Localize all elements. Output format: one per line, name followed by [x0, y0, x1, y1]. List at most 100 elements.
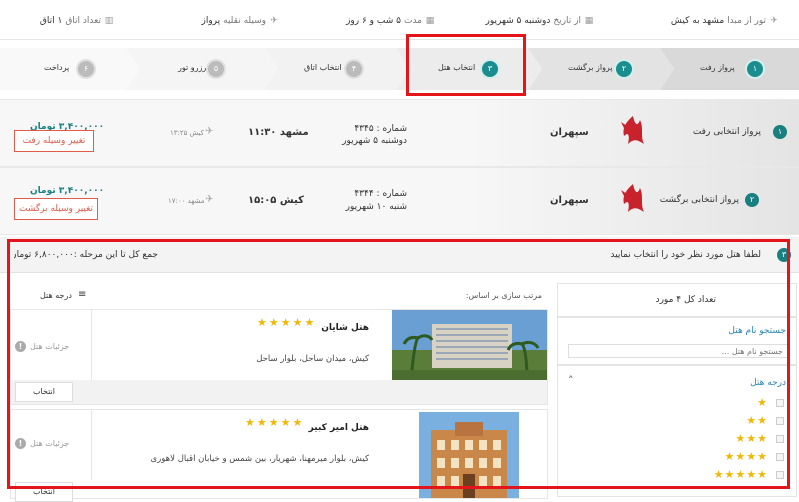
- flight-number-text: شماره : ۴۳۴۵: [354, 124, 407, 134]
- flight-title: پرواز انتخابی رفت: [692, 127, 761, 137]
- sort-bar: مرتب سازی بر اساس: درجه هتل ≡: [10, 283, 548, 309]
- step-label: پرواز رفت: [700, 63, 735, 72]
- sort-option-star[interactable]: درجه هتل: [40, 291, 72, 300]
- step-flight-back[interactable]: ۲ پرواز برگشت: [528, 48, 674, 90]
- hotel-photo-image: [419, 412, 519, 498]
- plane-icon: ✈: [770, 16, 778, 26]
- step-number: ۵: [206, 59, 226, 79]
- step-label: انتخاب هتل: [438, 63, 476, 72]
- change-flight-back-button[interactable]: تغییر وسیله برگشت: [14, 198, 98, 220]
- hotel-section-header: ۳ لطفا هتل مورد نظر خود را انتخاب نمایید…: [0, 237, 799, 273]
- hotel-photo-image: [392, 310, 547, 382]
- details-label: جزئیات هتل: [30, 439, 70, 448]
- vehicle-label: وسیله نقلیه: [223, 16, 266, 26]
- step-flight-out[interactable]: ۱ پرواز رفت: [660, 48, 799, 90]
- step-arrow-shape: [0, 48, 140, 90]
- airline-name: سپهران: [550, 195, 589, 206]
- divider: [91, 410, 92, 480]
- star-filter-checkbox[interactable]: [776, 471, 784, 479]
- hotel-details-link[interactable]: جزئیات هتل !: [15, 341, 69, 352]
- info-icon: !: [15, 341, 26, 352]
- info-icon: !: [15, 438, 26, 449]
- departure-time: کیش ۱۵:۰۵: [248, 195, 304, 206]
- flight-price: ۳,۴۰۰,۰۰۰ تومان: [30, 186, 105, 196]
- rooms-item: ▥ تعداد اتاق ۱ اتاق: [40, 14, 114, 28]
- hotel-address: کیش، بلوار میرمهنا، شهریار، بین شمس و خی…: [150, 454, 369, 464]
- plane-icon: ✈: [205, 194, 214, 205]
- plane-icon: ✈: [205, 126, 214, 137]
- calendar-icon: ▦: [425, 16, 435, 26]
- airline-logo-icon: [621, 184, 644, 212]
- flight-number-badge: ۱: [773, 125, 787, 139]
- step-label: پرواز برگشت: [568, 63, 613, 72]
- date-value: دوشنبه ۵ شهریور: [485, 16, 551, 26]
- departure-time: مشهد ۱۱:۳۰: [248, 127, 309, 138]
- airline-logo-icon: [621, 116, 644, 144]
- duration-label: مدت: [403, 16, 422, 26]
- flight-date-text: دوشنبه ۵ شهریور: [342, 136, 407, 146]
- hotel-photo[interactable]: [392, 310, 547, 382]
- step-number: ۴: [344, 59, 364, 79]
- step-number: ۳: [480, 59, 500, 79]
- chevron-up-icon[interactable]: ˄: [568, 374, 574, 387]
- step-number: ۱: [745, 59, 765, 79]
- hotel-selection-section: ۳ لطفا هتل مورد نظر خود را انتخاب نمایید…: [0, 237, 799, 502]
- flight-number-text: شماره : ۴۳۴۴: [354, 189, 407, 199]
- hotel-stars: ★★★★★: [245, 416, 305, 429]
- star-filter-option[interactable]: ★★: [746, 414, 768, 427]
- hotel-name[interactable]: هتل امیر کبیر: [309, 423, 369, 433]
- hotel-name[interactable]: هتل شایان: [321, 323, 369, 333]
- hotel-card: ★★★★★ هتل امیر کبیر کیش، بلوار میرمهنا، …: [10, 409, 548, 502]
- search-panel: جستجو نام هتل: [557, 317, 797, 365]
- star-filter-checkbox[interactable]: [776, 435, 784, 443]
- select-hotel-button[interactable]: انتخاب: [15, 482, 73, 502]
- flight-row-back: ۲ پرواز انتخابی برگشت سپهران شماره : ۴۳۴…: [0, 167, 799, 235]
- step-book-tour[interactable]: ۵ رزرو تور: [126, 48, 278, 90]
- star-filter-checkbox[interactable]: [776, 399, 784, 407]
- result-count: تعداد کل ۴ مورد: [655, 295, 716, 305]
- step-label: انتخاب اتاق: [304, 63, 342, 72]
- airline-name: سپهران: [550, 127, 589, 138]
- step-select-room[interactable]: ۴ انتخاب اتاق: [264, 48, 410, 90]
- step-number: ۶: [76, 59, 96, 79]
- step-number: ۲: [614, 59, 634, 79]
- star-filter-option[interactable]: ★★★★★: [714, 468, 768, 481]
- filter-title: درجه هتل: [750, 378, 786, 388]
- plane-icon: ✈: [270, 16, 278, 26]
- flight-row-out: ۱ پرواز انتخابی رفت سپهران شماره : ۴۳۴۵ …: [0, 99, 799, 167]
- hotel-card: ★★★★★ هتل شایان کیش، میدان ساحل، بلوار س…: [10, 309, 548, 405]
- select-hotel-button[interactable]: انتخاب: [15, 382, 73, 402]
- hotel-photo[interactable]: [419, 412, 519, 498]
- vehicle-item: ✈ وسیله نقلیه پرواز: [201, 14, 279, 28]
- hotel-address: کیش، میدان ساحل، بلوار ساحل: [256, 354, 369, 364]
- arrival-time: مشهد ۱۷:۰۰: [168, 197, 205, 205]
- star-filter-checkbox[interactable]: [776, 417, 784, 425]
- star-filter-option[interactable]: ★: [757, 396, 768, 409]
- tour-label: تور از مبدا: [727, 16, 766, 26]
- section-number-badge: ۳: [777, 248, 791, 262]
- vehicle-value: پرواز: [201, 16, 221, 26]
- step-select-hotel[interactable]: ۳ انتخاب هتل: [396, 48, 542, 90]
- step-label: پرداخت: [44, 63, 70, 72]
- duration-value: ۵ شب و ۶ روز: [346, 16, 401, 26]
- change-flight-out-button[interactable]: تغییر وسیله رفت: [14, 130, 94, 152]
- star-filter-checkbox[interactable]: [776, 453, 784, 461]
- hotel-details-link[interactable]: جزئیات هتل !: [15, 438, 69, 449]
- hotel-stars: ★★★★★: [257, 316, 317, 329]
- running-total: جمع کل تا این مرحله :۶,۸۰۰,۰۰۰ تومان: [14, 250, 158, 260]
- hotel-search-input[interactable]: [568, 344, 788, 358]
- tour-value: مشهد به کیش: [670, 16, 725, 26]
- duration-item: ▦ مدت ۵ شب و ۶ روز: [346, 14, 435, 28]
- search-label: جستجو نام هتل: [728, 326, 786, 336]
- sort-label: مرتب سازی بر اساس:: [465, 291, 542, 300]
- star-filter-option[interactable]: ★★★: [735, 432, 768, 445]
- sort-icon[interactable]: ≡: [78, 289, 86, 300]
- tour-origin-item: ✈ تور از مبدا مشهد به کیش: [671, 14, 779, 28]
- star-filter-option[interactable]: ★★★★: [725, 450, 768, 463]
- card-footer: [11, 380, 547, 404]
- trip-summary-bar: ✈ تور از مبدا مشهد به کیش ▦ از تاریخ دوش…: [0, 0, 799, 40]
- flight-title: پرواز انتخابی برگشت: [659, 195, 739, 205]
- divider: [91, 310, 92, 380]
- date-label: از تاریخ: [553, 16, 581, 26]
- step-payment[interactable]: ۶ پرداخت: [0, 48, 140, 90]
